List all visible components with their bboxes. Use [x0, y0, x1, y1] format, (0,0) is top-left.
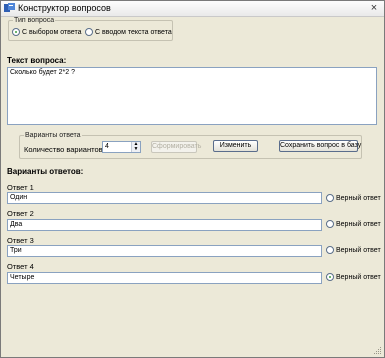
form-body: Тип вопроса С выбором ответа С вводом те…: [2, 17, 383, 356]
answers-header: Варианты ответов:: [7, 167, 84, 176]
radio-text-answer-indicator[interactable]: [85, 28, 93, 36]
answer-3-correct-indicator[interactable]: [326, 246, 334, 254]
answer-options-legend: Варианты ответа: [25, 132, 81, 139]
answer-4-correct-radio[interactable]: Верный ответ: [326, 273, 381, 281]
radio-text-answer-label: С вводом текста ответа: [95, 28, 172, 36]
answer-4-label: Ответ 4: [7, 262, 34, 271]
generate-button[interactable]: Сформировать: [151, 141, 201, 153]
question-text-label: Текст вопроса:: [7, 56, 67, 65]
answer-3-input[interactable]: Три: [7, 245, 322, 257]
answer-2-label: Ответ 2: [7, 209, 34, 218]
title-bar[interactable]: Конструктор вопросов ×: [1, 1, 384, 17]
answer-3-correct-radio[interactable]: Верный ответ: [326, 246, 381, 254]
app-icon: [4, 3, 15, 12]
answer-1-label: Ответ 1: [7, 183, 34, 192]
answer-4-correct-indicator[interactable]: [326, 273, 334, 281]
answer-3-correct-label: Верный ответ: [336, 246, 381, 254]
count-value: 4: [105, 143, 109, 150]
question-type-legend: Тип вопроса: [14, 17, 55, 24]
answer-1-correct-indicator[interactable]: [326, 194, 334, 202]
save-question-button[interactable]: Сохранить вопрос в базу: [279, 140, 361, 152]
radio-choice-answer-label: С выбором ответа: [22, 28, 82, 36]
radio-choice-answer-indicator[interactable]: [12, 28, 20, 36]
answer-1-correct-radio[interactable]: Верный ответ: [326, 194, 381, 202]
answer-4-correct-label: Верный ответ: [336, 273, 381, 281]
count-label: Количество вариантов:: [24, 145, 105, 154]
answer-4-input[interactable]: Четыре: [7, 272, 322, 284]
question-builder-window: Конструктор вопросов × Тип вопроса С выб…: [0, 0, 385, 358]
window-title: Конструктор вопросов: [18, 3, 111, 13]
answer-1-correct-label: Верный ответ: [336, 194, 381, 202]
count-spinner[interactable]: 4 ▲ ▼: [102, 141, 141, 153]
answer-2-correct-radio[interactable]: Верный ответ: [326, 220, 381, 228]
answer-2-correct-label: Верный ответ: [336, 220, 381, 228]
radio-choice-answer[interactable]: С выбором ответа: [12, 28, 81, 36]
spin-arrows-icon[interactable]: ▲ ▼: [131, 142, 140, 152]
answer-2-input[interactable]: Два: [7, 219, 322, 231]
answer-3-label: Ответ 3: [7, 236, 34, 245]
question-text-area[interactable]: Сколько будет 2*2 ?: [7, 67, 377, 125]
radio-text-answer[interactable]: С вводом текста ответа: [85, 28, 172, 36]
answer-1-input[interactable]: Один: [7, 192, 322, 204]
change-button[interactable]: Изменить: [213, 140, 258, 152]
close-icon[interactable]: ×: [368, 2, 380, 14]
resize-grip-icon[interactable]: [373, 346, 382, 355]
answer-2-correct-indicator[interactable]: [326, 220, 334, 228]
